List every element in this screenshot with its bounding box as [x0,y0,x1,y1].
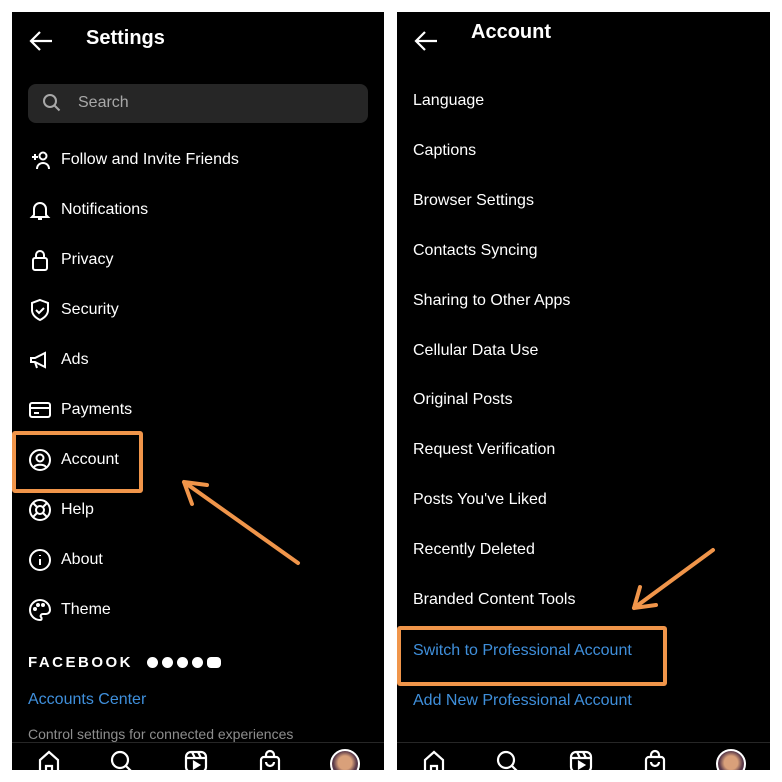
arrow-to-account-icon [182,480,300,565]
annotation-arrows [182,480,715,610]
arrow-to-switch-icon [632,548,715,610]
